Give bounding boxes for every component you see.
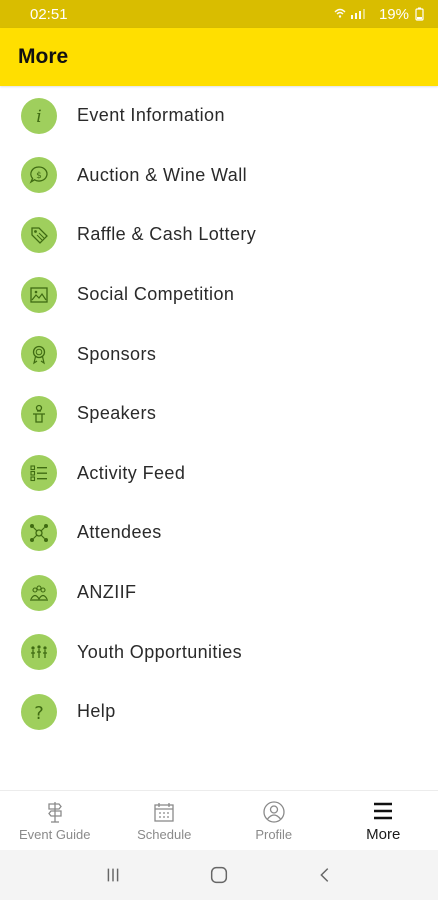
wifi-signal-icon — [334, 8, 365, 19]
group-icon — [21, 574, 57, 611]
signpost-icon — [47, 801, 62, 823]
tab-schedule[interactable]: Schedule — [110, 791, 220, 850]
tab-event-guide[interactable]: Event Guide — [0, 791, 110, 850]
page-title: More — [18, 45, 69, 68]
menu-item-activity-feed[interactable]: Activity Feed — [0, 444, 438, 504]
system-navigation-bar — [0, 850, 438, 900]
menu-item-anziif[interactable]: ANZIIF — [0, 563, 438, 623]
menu-item-speakers[interactable]: Speakers — [0, 384, 438, 444]
tab-label: Profile — [255, 826, 293, 842]
battery-percent: 19% — [378, 5, 409, 23]
recent-apps-button[interactable] — [93, 855, 133, 895]
tag-icon — [21, 216, 57, 253]
recent-apps-icon — [107, 868, 119, 882]
image-icon — [21, 276, 57, 313]
menu-item-label: Activity Feed — [77, 462, 186, 483]
status-bar: 02:51 19% — [0, 0, 438, 28]
menu-item-event-information[interactable]: i Event Information — [0, 86, 438, 146]
award-ribbon-icon — [21, 336, 57, 373]
menu-item-label: Auction & Wine Wall — [77, 164, 247, 185]
menu-item-label: Social Competition — [77, 284, 235, 305]
menu-item-social-competition[interactable]: Social Competition — [0, 265, 438, 325]
menu-item-auction-wine-wall[interactable]: $ Auction & Wine Wall — [0, 146, 438, 206]
menu-item-label: Sponsors — [77, 343, 157, 364]
signal-icons — [333, 6, 373, 23]
back-chevron-icon — [320, 868, 329, 882]
svg-text:$: $ — [36, 171, 42, 181]
battery-icon — [415, 7, 424, 21]
app-bar: More — [0, 28, 438, 86]
menu-item-help[interactable]: ? Help — [0, 682, 438, 742]
menu-item-attendees[interactable]: Attendees — [0, 503, 438, 563]
menu-item-youth-opportunities[interactable]: Youth Opportunities — [0, 622, 438, 682]
menu-item-label: Raffle & Cash Lottery — [77, 224, 257, 245]
dollar-bubble-icon: $ — [21, 157, 57, 194]
info-icon: i — [21, 97, 57, 134]
more-menu-list: i Event Information $ Auction & Wine Wal… — [0, 86, 438, 742]
back-button[interactable] — [305, 855, 345, 895]
menu-item-label: Speakers — [77, 403, 157, 424]
tab-label: Event Guide — [18, 826, 91, 842]
menu-item-raffle-cash-lottery[interactable]: Raffle & Cash Lottery — [0, 205, 438, 265]
home-icon — [210, 866, 228, 884]
menu-icon — [374, 802, 393, 819]
svg-text:i: i — [36, 107, 41, 127]
profile-icon — [263, 800, 285, 823]
status-time: 02:51 — [30, 5, 68, 23]
menu-item-label: ANZIIF — [77, 582, 137, 603]
tab-more[interactable]: More — [329, 791, 438, 850]
menu-item-label: Help — [77, 701, 116, 722]
bottom-tab-bar: Event Guide Schedule Profile More — [0, 790, 438, 850]
tab-label: Schedule — [137, 826, 192, 842]
youth-people-icon — [21, 634, 57, 671]
list-icon — [21, 455, 57, 492]
status-indicators: 19% — [333, 6, 424, 23]
menu-item-label: Youth Opportunities — [77, 641, 243, 662]
svg-text:?: ? — [34, 703, 44, 724]
menu-item-sponsors[interactable]: Sponsors — [0, 324, 438, 384]
speaker-podium-icon — [21, 395, 57, 432]
menu-item-label: Event Information — [77, 105, 225, 126]
calendar-icon — [154, 802, 174, 822]
network-people-icon — [21, 514, 57, 551]
home-button[interactable] — [199, 855, 239, 895]
tab-label: More — [366, 825, 401, 843]
question-icon: ? — [21, 693, 57, 730]
tab-profile[interactable]: Profile — [219, 791, 329, 850]
menu-item-label: Attendees — [77, 522, 162, 543]
